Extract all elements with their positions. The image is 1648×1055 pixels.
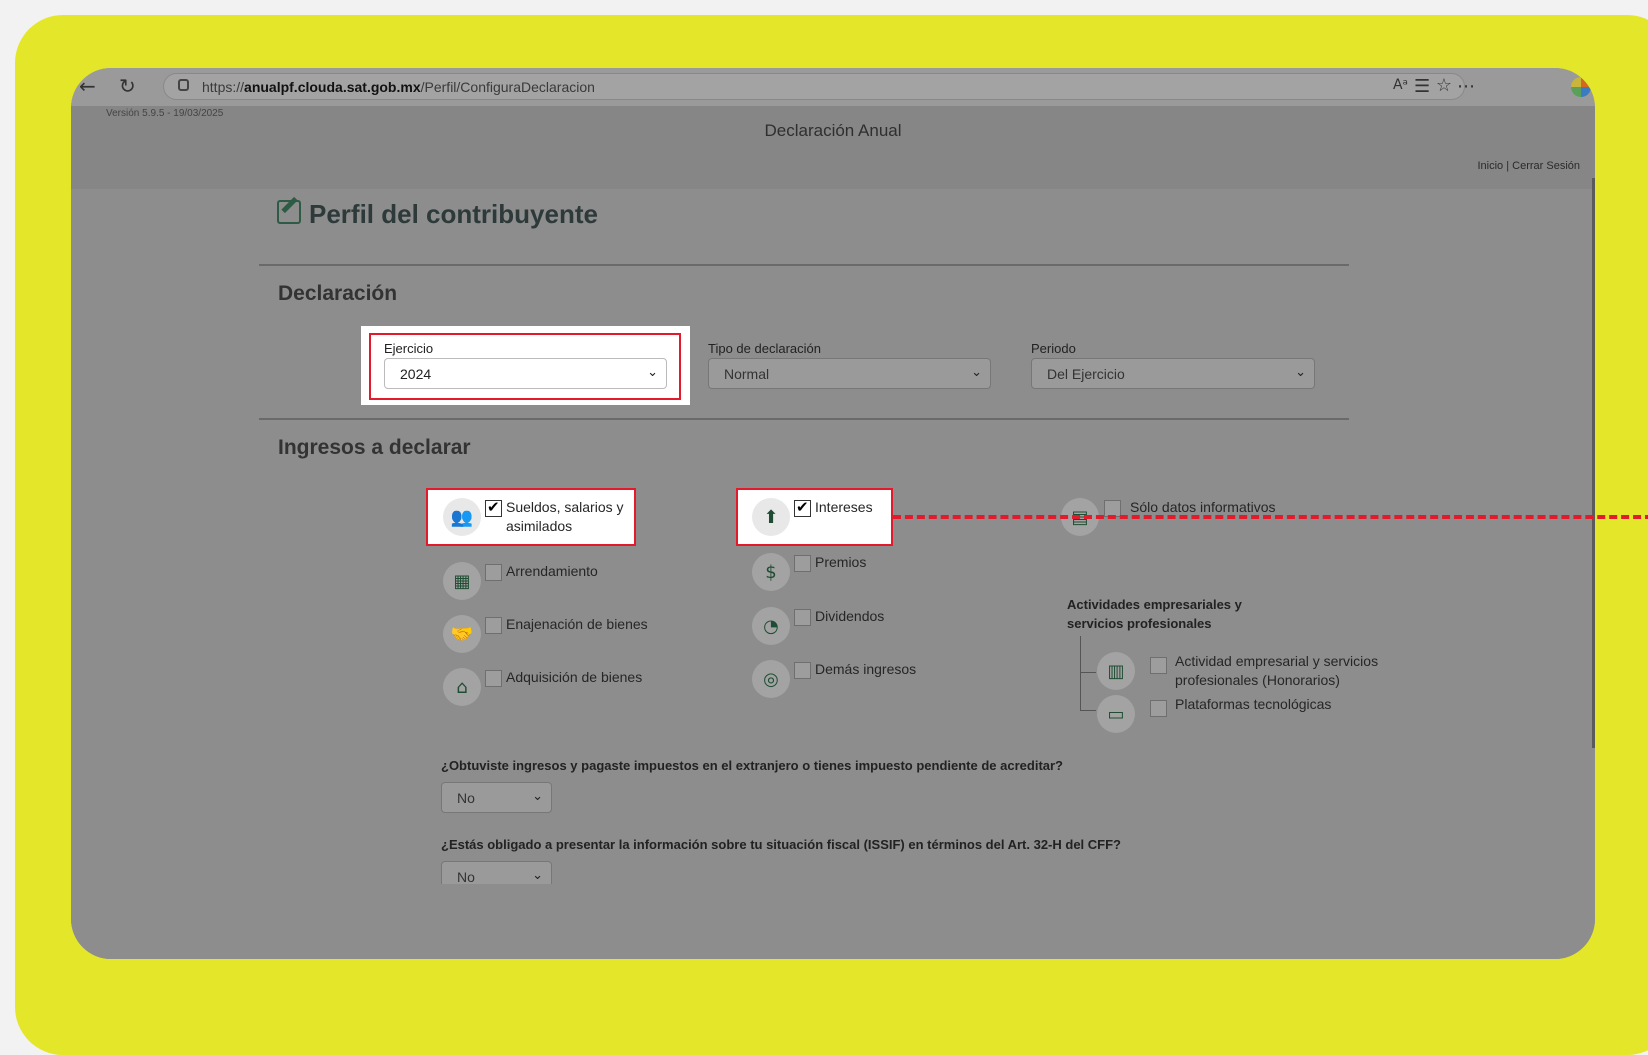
refresh-icon[interactable]: ↻ [119,74,136,98]
red-highlight-box [369,333,681,400]
more-menu-icon[interactable]: ⋯ [1457,76,1475,97]
income-actividad-empresarial[interactable]: ▥ Actividad empresarial y servicios prof… [1097,652,1385,690]
intereses-label: Intereses [815,499,873,515]
pie-money-icon: ◔ [752,607,790,645]
enajenacion-label: Enajenación de bienes [506,616,648,632]
income-arrendamiento[interactable]: ▦ Arrendamiento [443,562,598,600]
monitor-icon: ▭ [1097,695,1135,733]
question-extranjero: ¿Obtuviste ingresos y pagaste impuestos … [441,758,1064,773]
section-title-declaracion: Declaración [278,282,398,305]
issif-select[interactable]: No ⌄ [441,861,552,884]
periodo-select[interactable]: Del Ejercicio ⌄ [1031,358,1315,389]
income-adquisicion[interactable]: ⌂ Adquisición de bienes [443,668,642,706]
sueldos-label: Sueldos, salarios y asimilados [506,499,624,534]
app-header [71,106,1595,189]
demas-checkbox[interactable] [794,662,811,679]
chevron-down-icon: ⌄ [532,789,543,804]
intereses-checkbox[interactable] [794,498,811,517]
section-title-ingresos: Ingresos a declarar [278,436,471,459]
version-text: Versión 5.9.5 - 19/03/2025 [106,108,224,119]
income-plataformas[interactable]: ▭ Plataformas tecnológicas [1097,695,1331,733]
scrollbar[interactable] [1592,178,1595,748]
tipo-label: Tipo de declaración [708,341,821,356]
edit-icon [277,200,301,224]
actividad-empresarial-checkbox[interactable] [1150,657,1167,674]
income-demas[interactable]: ◎ Demás ingresos [752,660,916,698]
income-premios[interactable]: $ Premios [752,553,866,591]
income-dividendos[interactable]: ◔ Dividendos [752,607,884,645]
arrendamiento-label: Arrendamiento [506,563,598,579]
actividades-heading: Actividades empresariales y servicios pr… [1067,597,1242,631]
arrendamiento-checkbox[interactable] [485,564,502,581]
adquisicion-checkbox[interactable] [485,670,502,687]
url-text: https://anualpf.clouda.sat.gob.mx/Perfil… [202,79,595,95]
address-bar[interactable]: https://anualpf.clouda.sat.gob.mx/Perfil… [163,73,1465,100]
favorite-star-icon[interactable]: ☆ [1436,75,1452,96]
favorites-list-icon[interactable]: ☰ [1414,76,1430,97]
income-intereses[interactable]: ⬆ Intereses [752,498,873,536]
copilot-icon[interactable] [1571,77,1591,97]
medal-icon: $ [752,553,790,591]
chevron-down-icon: ⌄ [1295,365,1306,380]
back-arrow-icon[interactable]: ← [79,74,96,98]
tree-line [1080,636,1081,710]
actividad-empresarial-label: Actividad empresarial y servicios profes… [1175,653,1379,688]
lock-icon [178,79,189,91]
periodo-label: Periodo [1031,341,1076,356]
growth-arrow-icon: ⬆ [752,498,790,536]
question-issif: ¿Estás obligado a presentar la informaci… [441,837,1121,852]
enajenacion-checkbox[interactable] [485,617,502,634]
chevron-down-icon: ⌄ [532,868,543,883]
dividendos-label: Dividendos [815,608,885,624]
plataformas-checkbox[interactable] [1150,700,1167,717]
handshake-icon: 🤝 [443,615,481,653]
premios-checkbox[interactable] [794,555,811,572]
read-aloud-icon[interactable]: Aᵃ [1393,77,1408,93]
workers-icon: 👥 [443,498,481,536]
issif-select-clip: No ⌄ [441,861,552,884]
red-dashed-arrow [893,515,1648,519]
tipo-select[interactable]: Normal ⌄ [708,358,991,389]
chevron-down-icon: ⌄ [971,365,982,380]
sueldos-checkbox[interactable] [485,498,502,517]
browser-toolbar: ← ↻ https://anualpf.clouda.sat.gob.mx/Pe… [71,68,1595,106]
coins-icon: ◎ [752,660,790,698]
divider [259,418,1349,420]
app-title: Declaración Anual [764,121,902,140]
extranjero-select[interactable]: No ⌄ [441,782,552,813]
page-title: Perfil del contribuyente [277,199,598,230]
premios-label: Premios [815,554,867,570]
dividendos-checkbox[interactable] [794,609,811,626]
storefront-icon: ▥ [1097,652,1135,690]
income-sueldos[interactable]: 👥 Sueldos, salarios y asimilados [443,498,628,536]
tree-line [1080,710,1096,711]
demas-label: Demás ingresos [815,661,917,677]
top-links[interactable]: Inicio | Cerrar Sesión [1477,160,1580,172]
divider [259,264,1349,266]
plataformas-label: Plataformas tecnológicas [1175,696,1332,712]
income-enajenacion[interactable]: 🤝 Enajenación de bienes [443,615,648,653]
tree-line [1080,672,1096,673]
house-money-icon: ⌂ [443,668,481,706]
adquisicion-label: Adquisición de bienes [506,669,643,685]
building-icon: ▦ [443,562,481,600]
